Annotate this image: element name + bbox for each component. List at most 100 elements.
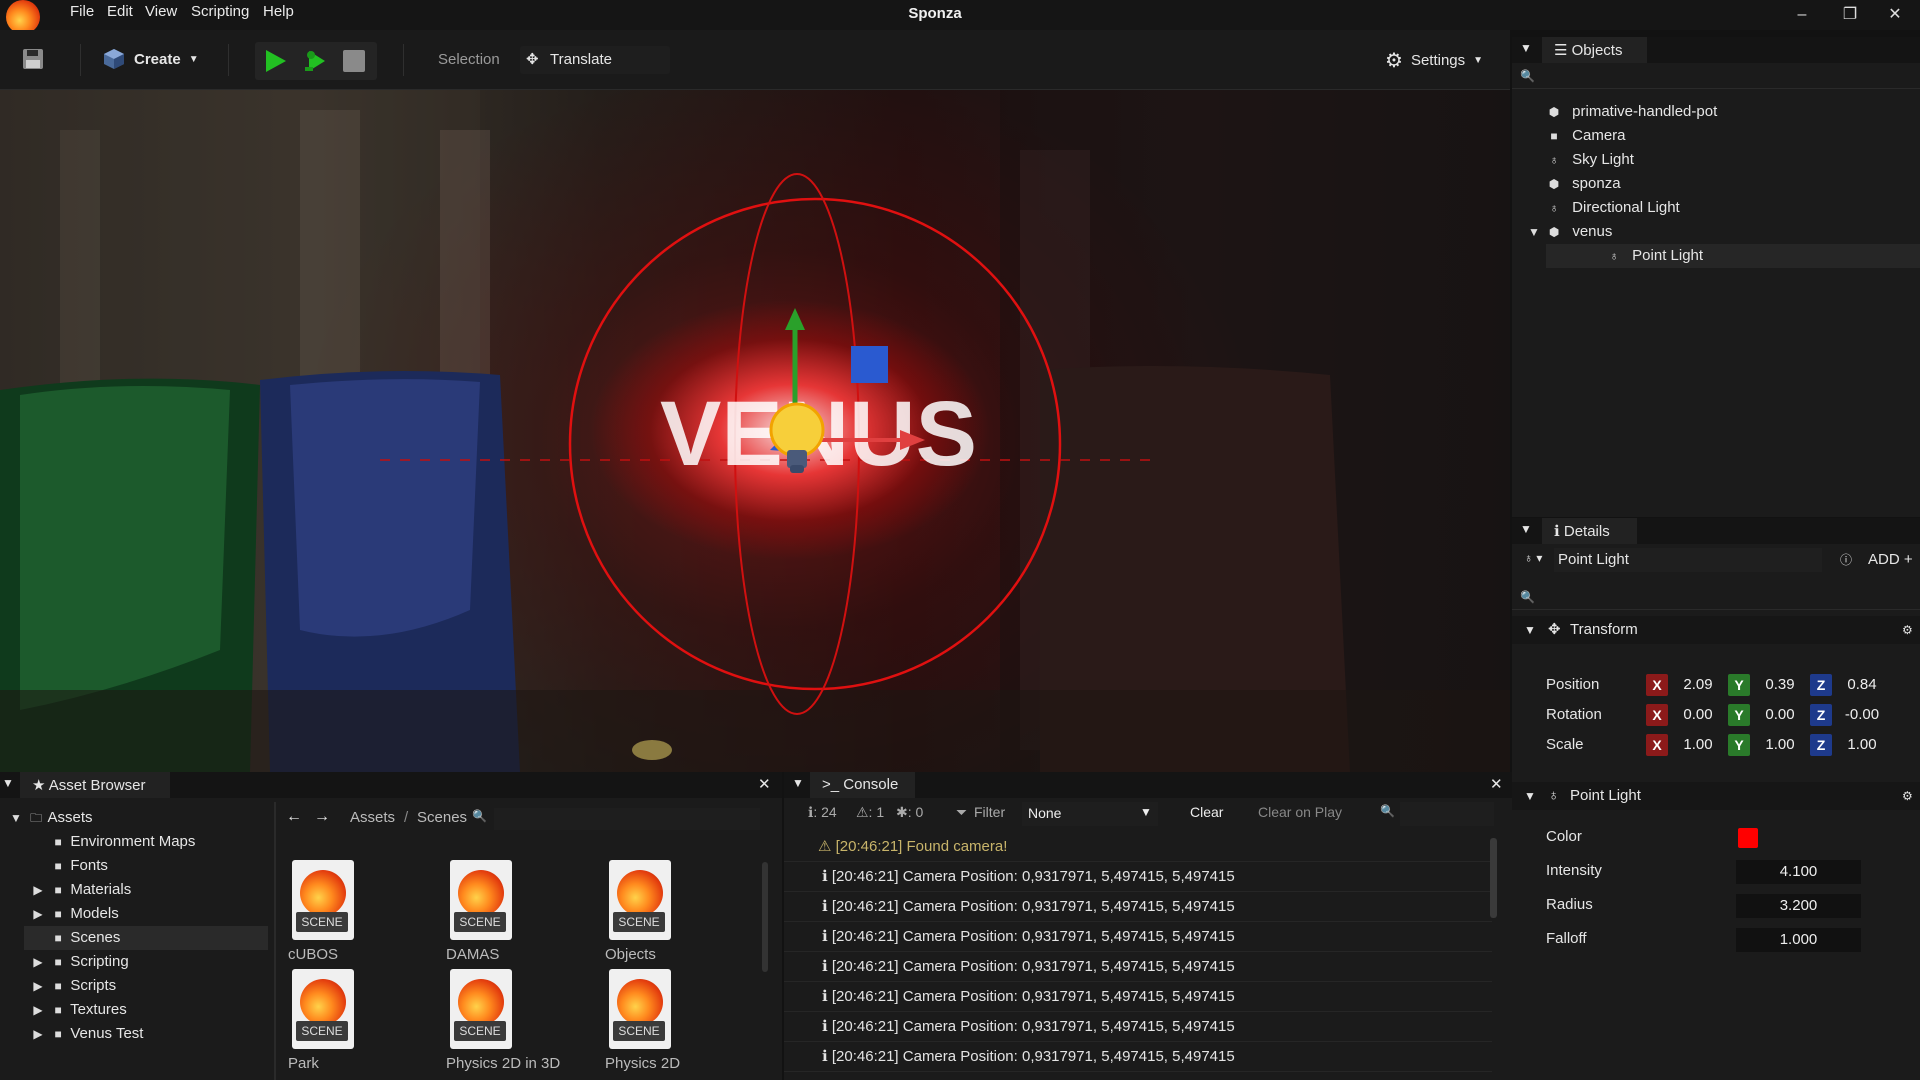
tree-item[interactable]: ■ Fonts — [0, 854, 272, 878]
tree-item-selected[interactable]: ■ Scenes — [24, 926, 268, 950]
log-row-info[interactable]: ℹ [20:46:21] Camera Position: 0,9317971,… — [784, 982, 1492, 1012]
radius-field[interactable]: 3.200 — [1736, 894, 1861, 918]
restore-icon[interactable]: ❐ — [1838, 4, 1862, 26]
search-icon[interactable]: 🔍 — [472, 809, 487, 823]
info-icon[interactable]: ⓘ — [1840, 551, 1852, 568]
expand-arrow-icon[interactable]: ▶ — [30, 950, 46, 974]
scrollbar[interactable] — [1490, 838, 1497, 918]
log-row-info[interactable]: ℹ [20:46:21] Camera Position: 0,9317971,… — [784, 892, 1492, 922]
settings-button[interactable]: ⚙ Settings ▼ — [1385, 48, 1483, 73]
minimize-icon[interactable]: – — [1790, 4, 1814, 26]
scene-file[interactable]: SCENE Physics 2D in 3D — [446, 969, 596, 1079]
save-icon[interactable] — [22, 48, 44, 70]
scale-z-field[interactable]: 1.00 — [1832, 734, 1892, 756]
log-row-info[interactable]: ℹ [20:46:21] Camera Position: 0,9317971,… — [784, 952, 1492, 982]
panel-menu-icon[interactable]: ▼ — [792, 776, 804, 790]
tree-item[interactable]: ⬢ primative-handled-pot — [1512, 100, 1920, 124]
scale-x-field[interactable]: 1.00 — [1668, 734, 1728, 756]
tree-item[interactable]: ▶ ■ Scripting — [0, 950, 272, 974]
back-arrow-icon[interactable]: ← — [286, 808, 302, 826]
scene-file[interactable]: SCENE Objects — [605, 860, 755, 970]
tab-asset-browser[interactable]: ★ Asset Browser — [20, 772, 170, 798]
play-icon[interactable] — [263, 49, 287, 73]
object-name-field[interactable]: Point Light — [1554, 548, 1822, 572]
tree-item[interactable]: ▶ ■ Scripts — [0, 974, 272, 998]
tree-item[interactable]: ▼ ⬢ venus — [1512, 220, 1920, 244]
log-row-warning[interactable]: ⚠ [20:46:21] Found camera! — [784, 832, 1492, 862]
tree-item[interactable]: ▶ ■ Materials — [0, 878, 272, 902]
expand-arrow-icon[interactable]: ▶ — [30, 878, 46, 902]
position-x-field[interactable]: 2.09 — [1668, 674, 1728, 696]
expand-arrow-icon[interactable]: ▼ — [8, 806, 24, 830]
clear-on-play-toggle[interactable]: Clear on Play — [1258, 804, 1342, 820]
clear-button[interactable]: Clear — [1190, 804, 1223, 820]
tree-item[interactable]: ♁ Sky Light — [1512, 148, 1920, 172]
scene-file[interactable]: SCENE Physics 2D — [605, 969, 755, 1079]
tree-item[interactable]: ▶ ■ Textures — [0, 998, 272, 1022]
tab-console[interactable]: >_ Console — [810, 772, 915, 798]
asset-search-input[interactable] — [494, 808, 760, 830]
scale-y-field[interactable]: 1.00 — [1750, 734, 1810, 756]
color-swatch[interactable] — [1738, 828, 1758, 848]
selection-mode-button[interactable]: Selection — [438, 51, 500, 68]
scene-file[interactable]: SCENE cUBOS — [288, 860, 438, 970]
filter-select[interactable]: None ▼ — [1022, 802, 1158, 826]
tree-item[interactable]: ■ Camera — [1512, 124, 1920, 148]
rotation-y-field[interactable]: 0.00 — [1750, 704, 1810, 726]
breadcrumb-item[interactable]: Scenes — [417, 809, 467, 826]
point-light-section-header[interactable]: ▼ ♁ Point Light ⚙ — [1512, 782, 1920, 810]
scene-file[interactable]: SCENE DAMAS — [446, 860, 596, 970]
tree-item-selected[interactable]: ♁ Point Light — [1546, 244, 1920, 268]
expand-arrow-icon[interactable]: ▶ — [30, 1022, 46, 1046]
panel-menu-icon[interactable]: ▼ — [2, 776, 14, 790]
intensity-field[interactable]: 4.100 — [1736, 860, 1861, 884]
tree-item[interactable]: ■ Environment Maps — [0, 830, 272, 854]
splitter[interactable] — [274, 802, 276, 1080]
forward-arrow-icon[interactable]: → — [314, 808, 330, 826]
panel-menu-icon[interactable]: ▼ — [1520, 522, 1532, 536]
panel-menu-icon[interactable]: ▼ — [1520, 41, 1532, 55]
expand-arrow-icon[interactable]: ▶ — [30, 902, 46, 926]
rotation-z-field[interactable]: -0.00 — [1832, 704, 1892, 726]
rotation-x-field[interactable]: 0.00 — [1668, 704, 1728, 726]
log-row-info[interactable]: ℹ [20:46:21] Camera Position: 0,9317971,… — [784, 1012, 1492, 1042]
translate-mode-button[interactable]: ✥ Translate — [520, 46, 670, 74]
tree-item[interactable]: ▶ ■ Venus Test — [0, 1022, 272, 1046]
position-z-field[interactable]: 0.84 — [1832, 674, 1892, 696]
info-count-badge[interactable]: ℹ: 24 — [808, 804, 837, 821]
log-row-info[interactable]: ℹ [20:46:21] Camera Position: 0,9317971,… — [784, 922, 1492, 952]
expand-arrow-icon[interactable]: ▶ — [30, 998, 46, 1022]
log-row-info[interactable]: ℹ [20:46:21] Camera Position: 0,9317971,… — [784, 862, 1492, 892]
error-count-badge[interactable]: ✱: 0 — [896, 804, 923, 821]
falloff-field[interactable]: 1.000 — [1736, 928, 1861, 952]
gear-icon[interactable]: ⚙ — [1902, 782, 1913, 810]
details-search[interactable]: 🔍 — [1512, 588, 1920, 610]
stop-icon[interactable] — [343, 50, 365, 72]
console-search-input[interactable] — [1400, 802, 1494, 826]
close-icon[interactable]: ✕ — [758, 775, 771, 793]
tree-item[interactable]: ▼ 🗀 Assets — [0, 806, 272, 830]
scrollbar[interactable] — [762, 862, 768, 972]
expand-arrow-icon[interactable]: ▼ — [1526, 220, 1542, 244]
scene-file[interactable]: SCENE Park — [288, 969, 438, 1079]
warning-count-badge[interactable]: ⚠: 1 — [856, 804, 884, 821]
expand-arrow-icon[interactable]: ▶ — [30, 974, 46, 998]
gear-icon[interactable]: ⚙ — [1902, 616, 1913, 644]
tab-details[interactable]: ℹ Details — [1542, 518, 1637, 544]
position-y-field[interactable]: 0.39 — [1750, 674, 1810, 696]
add-component-button[interactable]: ADD + — [1868, 551, 1913, 568]
scene-viewport[interactable]: VENUS — [0, 90, 1510, 772]
close-icon[interactable]: ✕ — [1883, 4, 1907, 26]
create-button[interactable]: Create ▼ — [102, 47, 199, 71]
close-icon[interactable]: ✕ — [1490, 775, 1503, 793]
log-row-info[interactable]: ℹ [20:46:21] Camera Position: 0,9317971,… — [784, 1042, 1492, 1072]
play-simulate-icon[interactable] — [303, 49, 327, 73]
tab-objects[interactable]: ☰ Objects — [1542, 37, 1647, 63]
objects-search[interactable]: 🔍 — [1512, 67, 1920, 89]
breadcrumb-item[interactable]: Assets — [350, 809, 395, 826]
tree-item[interactable]: ⬢ sponza — [1512, 172, 1920, 196]
tree-item[interactable]: ▶ ■ Models — [0, 902, 272, 926]
tree-item[interactable]: ♁ Directional Light — [1512, 196, 1920, 220]
transform-section-header[interactable]: ▼ ✥ Transform ⚙ — [1512, 616, 1920, 644]
folder-label: Fonts — [70, 857, 108, 874]
